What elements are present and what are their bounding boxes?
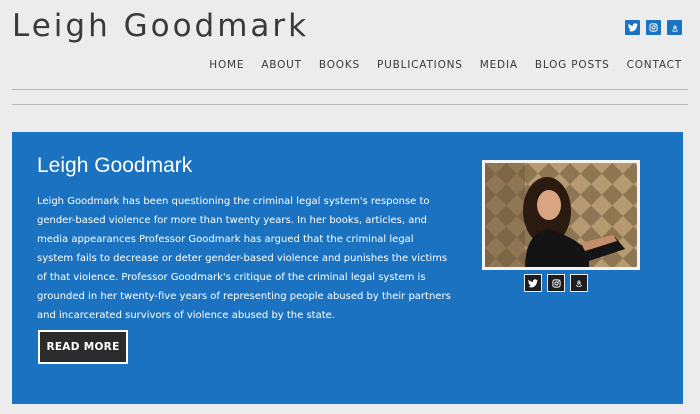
nav-media[interactable]: MEDIA bbox=[480, 59, 518, 71]
header-divider-top bbox=[12, 89, 688, 90]
nav-home[interactable]: HOME bbox=[209, 59, 244, 71]
amazon-icon[interactable]: a bbox=[570, 274, 588, 292]
instagram-icon[interactable] bbox=[646, 20, 661, 35]
header-divider-bottom bbox=[12, 104, 688, 105]
nav-blog-posts[interactable]: BLOG POSTS bbox=[535, 59, 610, 71]
svg-text:a: a bbox=[577, 280, 581, 287]
hero-section: Leigh Goodmark Leigh Goodmark has been q… bbox=[12, 132, 683, 404]
header-social-links: a bbox=[625, 20, 682, 35]
instagram-icon[interactable] bbox=[547, 274, 565, 292]
main-nav: HOME ABOUT BOOKS PUBLICATIONS MEDIA BLOG… bbox=[209, 59, 682, 71]
twitter-icon[interactable] bbox=[524, 274, 542, 292]
hero-bio: Leigh Goodmark has been questioning the … bbox=[37, 196, 451, 321]
hero-heading: Leigh Goodmark bbox=[37, 154, 193, 177]
svg-text:a: a bbox=[673, 24, 677, 31]
twitter-icon[interactable] bbox=[625, 20, 640, 35]
site-title[interactable]: Leigh Goodmark bbox=[12, 8, 309, 44]
nav-books[interactable]: BOOKS bbox=[319, 59, 360, 71]
nav-about[interactable]: ABOUT bbox=[261, 59, 302, 71]
nav-publications[interactable]: PUBLICATIONS bbox=[377, 59, 463, 71]
read-more-button[interactable]: READ MORE bbox=[38, 330, 128, 364]
nav-contact[interactable]: CONTACT bbox=[627, 59, 682, 71]
hero-social-links: a bbox=[524, 274, 588, 292]
author-photo bbox=[482, 160, 640, 270]
amazon-icon[interactable]: a bbox=[667, 20, 682, 35]
